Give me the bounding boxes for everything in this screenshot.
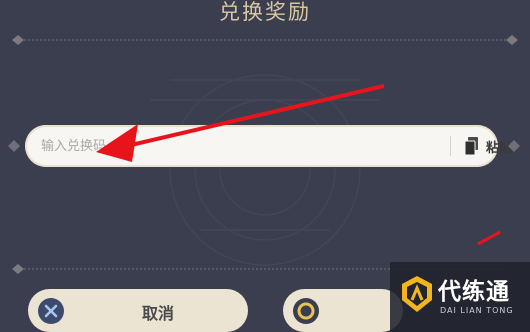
cancel-button[interactable]: 取消 bbox=[28, 289, 248, 332]
confirm-circle-icon bbox=[293, 298, 319, 324]
watermark-logo bbox=[402, 276, 432, 312]
watermark-title: 代练通 bbox=[438, 279, 510, 305]
redeem-code-row: 粘贴 bbox=[0, 118, 530, 174]
clipboard-icon bbox=[464, 137, 478, 156]
title-divider bbox=[12, 35, 518, 45]
redeem-code-input[interactable] bbox=[41, 125, 436, 167]
code-input-container: 粘贴 bbox=[25, 125, 512, 167]
confirm-button[interactable] bbox=[283, 289, 403, 332]
close-x-icon bbox=[38, 298, 64, 324]
paste-separator bbox=[450, 136, 451, 156]
watermark-subtitle: DAI LIAN TONG bbox=[440, 306, 514, 315]
row-ornament-right bbox=[508, 140, 520, 152]
cancel-label: 取消 bbox=[141, 304, 174, 323]
dialog-title: 兑换奖励 bbox=[219, 0, 311, 24]
row-ornament-left bbox=[8, 140, 20, 152]
watermark: 代练通 DAI LIAN TONG bbox=[390, 262, 530, 332]
